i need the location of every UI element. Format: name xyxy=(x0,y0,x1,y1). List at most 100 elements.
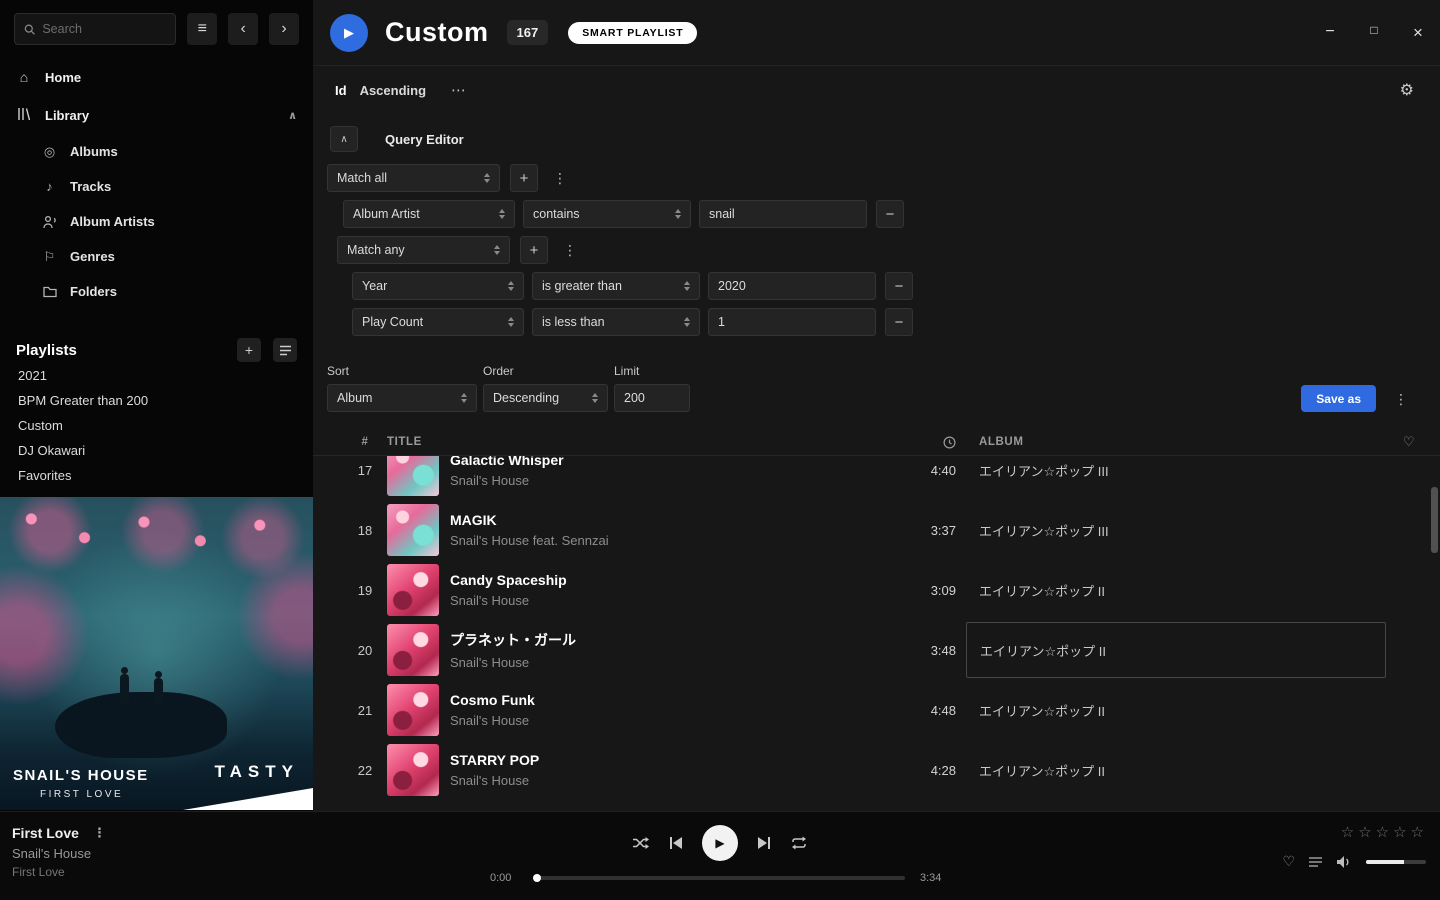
seek-handle[interactable] xyxy=(533,874,541,882)
sidebar-item-home[interactable]: ⌂ Home xyxy=(0,58,313,96)
seek-bar[interactable] xyxy=(535,876,905,880)
track-meta: プラネット・ガール Snail's House xyxy=(439,630,906,670)
art-rock xyxy=(55,692,227,758)
star-icon[interactable]: ☆ xyxy=(1374,824,1391,841)
playlist-item-bpm[interactable]: BPM Greater than 200 xyxy=(0,388,313,413)
track-duration: 4:40 xyxy=(906,463,966,478)
remove-rule-button[interactable]: − xyxy=(876,200,904,228)
gear-icon[interactable]: ⚙ xyxy=(1400,80,1414,100)
rule-operator-select[interactable]: contains xyxy=(523,200,691,228)
menu-button[interactable]: ≡ xyxy=(187,13,217,45)
star-icon[interactable]: ☆ xyxy=(1409,824,1426,841)
volume-fill xyxy=(1366,860,1404,864)
next-button[interactable] xyxy=(757,836,771,850)
playlist-item-favorites[interactable]: Favorites xyxy=(0,463,313,488)
sidebar-item-folders[interactable]: Folders xyxy=(0,274,313,309)
remove-rule-button[interactable]: − xyxy=(885,308,913,336)
playlist-item-custom[interactable]: Custom xyxy=(0,413,313,438)
close-button[interactable]: × xyxy=(1408,23,1428,43)
rule-field-select[interactable]: Year xyxy=(352,272,524,300)
folders-label: Folders xyxy=(70,284,117,299)
sidebar-item-albums[interactable]: ◎ Albums xyxy=(0,134,313,169)
star-icon[interactable]: ☆ xyxy=(1339,824,1356,841)
playlist-list-button[interactable] xyxy=(273,338,297,362)
save-as-button[interactable]: Save as xyxy=(1301,385,1376,412)
sort-field[interactable]: Id xyxy=(335,83,347,98)
track-album-selected[interactable]: エイリアン☆ポップ II xyxy=(966,622,1386,678)
rule-operator-select[interactable]: is less than xyxy=(532,308,700,336)
save-menu-button[interactable]: ⋮ xyxy=(1388,391,1414,408)
search-input[interactable] xyxy=(42,22,166,36)
group-menu-button[interactable]: ⋮ xyxy=(557,242,583,259)
limit-input[interactable] xyxy=(614,384,690,412)
minimize-button[interactable]: − xyxy=(1320,23,1340,43)
playlist-item-dj-okawari[interactable]: DJ Okawari xyxy=(0,438,313,463)
track-row[interactable]: 17 Galactic Whisper Snail's House 4:40 エ… xyxy=(313,456,1440,500)
order-field-group: Order Descending xyxy=(483,364,608,412)
nav-back-button[interactable]: ‹ xyxy=(228,13,258,45)
add-rule-button[interactable]: + xyxy=(520,236,548,264)
match-all-select[interactable]: Match all xyxy=(327,164,500,192)
track-artist: Snail's House xyxy=(450,713,906,728)
sidebar-item-tracks[interactable]: ♪ Tracks xyxy=(0,169,313,204)
track-row[interactable]: 19 Candy Spaceship Snail's House 3:09 エイ… xyxy=(313,560,1440,620)
queue-icon[interactable] xyxy=(1308,856,1323,868)
collapse-query-editor-button[interactable]: ∧ xyxy=(330,126,358,152)
maximize-button[interactable]: □ xyxy=(1364,23,1384,43)
match-any-select[interactable]: Match any xyxy=(337,236,510,264)
remove-rule-button[interactable]: − xyxy=(885,272,913,300)
rating-stars[interactable]: ☆☆☆☆☆ xyxy=(1339,823,1426,841)
play-playlist-button[interactable]: ▶ xyxy=(330,14,368,52)
add-playlist-button[interactable]: + xyxy=(237,338,261,362)
track-number: 19 xyxy=(343,583,387,598)
more-options-icon[interactable]: ⋯ xyxy=(451,81,466,99)
rule-value-input[interactable] xyxy=(708,272,876,300)
track-row[interactable]: 22 STARRY POP Snail's House 4:28 エイリアン☆ポ… xyxy=(313,740,1440,800)
star-icon[interactable]: ☆ xyxy=(1356,824,1373,841)
volume-icon[interactable] xyxy=(1336,855,1353,869)
order-select[interactable]: Descending xyxy=(483,384,608,412)
favorite-track-icon[interactable]: ♡ xyxy=(1282,853,1295,870)
chevron-right-icon: › xyxy=(281,20,286,38)
select-caret-icon xyxy=(592,393,598,403)
volume-slider[interactable] xyxy=(1366,860,1426,864)
play-button[interactable]: ▶ xyxy=(702,825,738,861)
sidebar-item-genres[interactable]: ⚐ Genres xyxy=(0,239,313,274)
shuffle-button[interactable] xyxy=(632,836,650,850)
rule-operator-select[interactable]: is greater than xyxy=(532,272,700,300)
track-row[interactable]: 21 Cosmo Funk Snail's House 4:48 エイリアン☆ポ… xyxy=(313,680,1440,740)
rule-value-input[interactable] xyxy=(699,200,867,228)
sort-direction[interactable]: Ascending xyxy=(360,83,426,98)
previous-button[interactable] xyxy=(669,836,683,850)
now-playing-album-art[interactable]: SNAIL'S HOUSE FIRST LOVE TASTY xyxy=(0,497,313,810)
query-rule-row: Album Artist contains − xyxy=(343,200,1440,228)
scrollbar-thumb[interactable] xyxy=(1431,487,1438,553)
sidebar-item-album-artists[interactable]: Album Artists xyxy=(0,204,313,239)
track-row[interactable]: 20 プラネット・ガール Snail's House 3:48 エイリアン☆ポッ… xyxy=(313,620,1440,680)
album-art-label: TASTY xyxy=(215,762,299,782)
nav-forward-button[interactable]: › xyxy=(269,13,299,45)
sort-select[interactable]: Album xyxy=(327,384,477,412)
sidebar: ≡ ‹ › ⌂ Home Library ∧ ◎ Albums ♪ Tracks… xyxy=(0,0,313,811)
column-number[interactable]: # xyxy=(343,436,387,448)
track-menu-icon[interactable]: ⋮ xyxy=(93,825,106,841)
repeat-icon xyxy=(790,836,808,850)
sidebar-item-library[interactable]: Library ∧ xyxy=(0,96,313,134)
playlist-item-2021[interactable]: 2021 xyxy=(0,363,313,388)
add-rule-button[interactable]: + xyxy=(510,164,538,192)
repeat-button[interactable] xyxy=(790,836,808,850)
search-box[interactable] xyxy=(14,13,176,45)
rule-field-select[interactable]: Play Count xyxy=(352,308,524,336)
group-menu-button[interactable]: ⋮ xyxy=(547,170,573,187)
column-duration[interactable] xyxy=(906,436,966,449)
column-album[interactable]: ALBUM xyxy=(966,436,1386,448)
track-duration: 3:48 xyxy=(906,643,966,658)
rule-value-input[interactable] xyxy=(708,308,876,336)
rule-field-select[interactable]: Album Artist xyxy=(343,200,515,228)
star-icon[interactable]: ☆ xyxy=(1391,824,1408,841)
track-row[interactable]: 18 MAGIK Snail's House feat. Sennzai 3:3… xyxy=(313,500,1440,560)
favorite-column-icon[interactable]: ♡ xyxy=(1386,434,1432,450)
column-title[interactable]: TITLE xyxy=(387,436,906,448)
track-title: MAGIK xyxy=(450,512,906,528)
playlist-label: Favorites xyxy=(18,468,71,483)
